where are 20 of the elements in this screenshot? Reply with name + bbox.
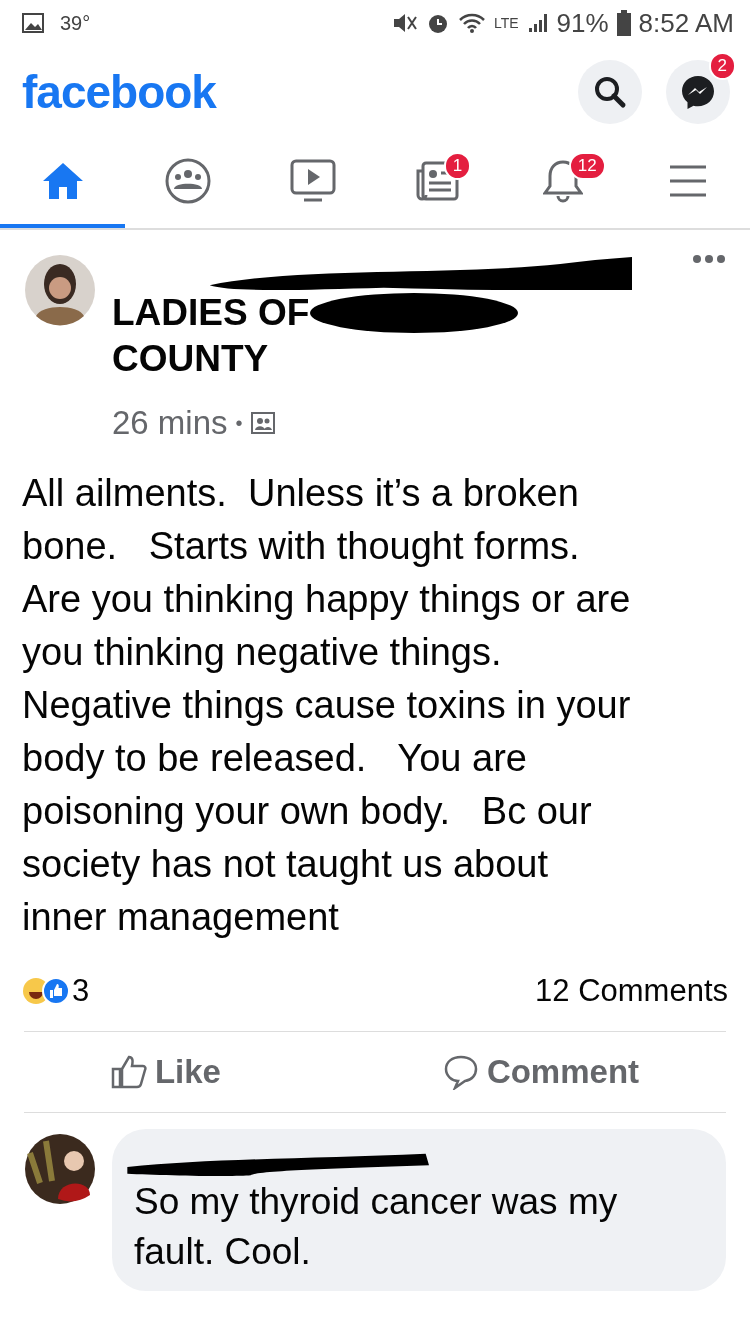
network-text: LTE: [493, 13, 519, 33]
notification-badge: 1: [443, 152, 472, 180]
nav-tab[interactable]: 1: [375, 138, 500, 228]
logo[interactable]: facebook: [22, 57, 216, 127]
separator-dot: •: [235, 410, 243, 436]
post-text: All ailments. Unless it’s a broken bone. Starts with thought forms. Are you thinking happy things or are you thinking negative things. Negative things cause toxins in your body to be released. You are poisoning your own body. Bc our society has not taught us about inner management: [21, 471, 632, 940]
comments-count[interactable]: 12 Comments: [535, 968, 728, 1015]
notification-badge: 2: [708, 52, 736, 80]
like-button[interactable]: Like: [0, 1031, 332, 1112]
nav-tab[interactable]: 12: [500, 138, 625, 228]
notification-badge: 12: [568, 152, 606, 180]
timestamp[interactable]: 26 mins: [112, 398, 228, 448]
reaction-count[interactable]: 3: [72, 968, 90, 1015]
comment-button[interactable]: Comment: [331, 1031, 750, 1112]
battery-text: 91%: [556, 6, 609, 40]
post-title[interactable]: LADIES OF: [112, 290, 310, 336]
post-title[interactable]: COUNTY: [112, 336, 692, 382]
temperature-text: 39°: [60, 11, 91, 36]
comment-text: So my thyroid cancer was my fault. Cool.: [134, 1179, 619, 1274]
clock-text: 8:52 AM: [638, 6, 734, 40]
